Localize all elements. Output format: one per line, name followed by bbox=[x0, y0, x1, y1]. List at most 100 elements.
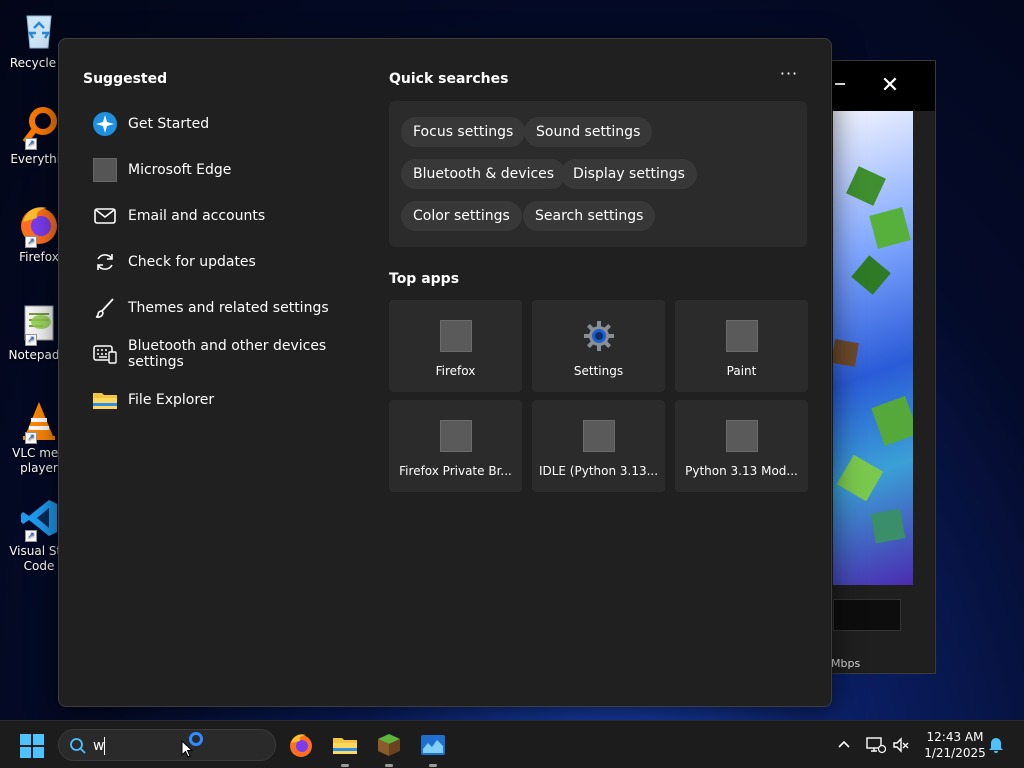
suggested-list: Get Started Microsoft Edge Email and acc… bbox=[83, 101, 373, 423]
window-input-bar bbox=[833, 599, 901, 631]
suggested-item-label: Email and accounts bbox=[128, 208, 266, 224]
refresh-icon bbox=[92, 249, 118, 275]
get-started-icon bbox=[92, 111, 118, 137]
network-icon bbox=[866, 737, 886, 754]
suggested-item-file-explorer[interactable]: File Explorer bbox=[83, 377, 373, 423]
top-app-tile-python-manuals[interactable]: Python 3.13 Mod... bbox=[675, 400, 808, 492]
suggested-item-bluetooth-devices[interactable]: Bluetooth and other devices settings bbox=[83, 331, 373, 377]
suggested-title: Suggested bbox=[83, 71, 168, 87]
firefox-icon: ↗ bbox=[17, 202, 61, 248]
search-icon bbox=[69, 737, 87, 759]
quick-search-chip[interactable]: Bluetooth & devices bbox=[401, 159, 567, 189]
performance-chart-icon bbox=[421, 735, 445, 755]
suggested-item-microsoft-edge[interactable]: Microsoft Edge bbox=[83, 147, 373, 193]
settings-gear-icon bbox=[583, 320, 615, 352]
suggested-item-label: File Explorer bbox=[128, 392, 215, 408]
search-input[interactable] bbox=[93, 736, 193, 756]
brush-icon bbox=[92, 295, 118, 321]
text-caret bbox=[104, 737, 105, 755]
keyboard-device-icon bbox=[92, 341, 118, 367]
running-indicator bbox=[385, 764, 393, 767]
suggested-item-themes[interactable]: Themes and related settings bbox=[83, 285, 373, 331]
quick-searches-box: Focus settings Sound settings Bluetooth … bbox=[389, 101, 807, 247]
taskbar-app-firefox[interactable] bbox=[285, 729, 317, 761]
mouse-pointer-icon bbox=[181, 739, 194, 762]
minecraft-artwork bbox=[833, 111, 913, 585]
shortcut-arrow-icon: ↗ bbox=[25, 138, 37, 150]
everything-search-icon: ↗ bbox=[17, 104, 61, 150]
top-app-label: Paint bbox=[726, 364, 757, 378]
top-app-tile-idle[interactable]: IDLE (Python 3.13... bbox=[532, 400, 665, 492]
top-app-label: Firefox bbox=[435, 364, 476, 378]
shortcut-arrow-icon: ↗ bbox=[25, 334, 37, 346]
quick-search-chip[interactable]: Color settings bbox=[401, 201, 522, 231]
top-app-tile-firefox-private[interactable]: Firefox Private Br... bbox=[389, 400, 522, 492]
running-indicator bbox=[429, 764, 437, 767]
shortcut-arrow-icon: ↗ bbox=[25, 432, 37, 444]
background-window[interactable]: ✕ Mbps bbox=[820, 60, 936, 674]
top-app-tile-firefox[interactable]: Firefox bbox=[389, 300, 522, 392]
bell-icon bbox=[989, 738, 1003, 753]
top-app-label: Firefox Private Br... bbox=[399, 464, 512, 478]
tray-overflow-button[interactable] bbox=[836, 721, 852, 768]
speaker-muted-icon bbox=[893, 737, 909, 753]
shortcut-arrow-icon: ↗ bbox=[25, 236, 37, 248]
top-app-label: Python 3.13 Mod... bbox=[685, 464, 798, 478]
clock-date: 1/21/2025 bbox=[924, 746, 986, 760]
quick-search-chip[interactable]: Focus settings bbox=[401, 117, 526, 147]
taskbar: 12:43 AM 1/21/2025 bbox=[0, 720, 1024, 768]
folder-icon bbox=[333, 738, 357, 754]
suggested-item-check-updates[interactable]: Check for updates bbox=[83, 239, 373, 285]
running-indicator bbox=[341, 764, 349, 767]
top-apps-title: Top apps bbox=[389, 271, 460, 287]
taskbar-app-minecraft[interactable] bbox=[373, 729, 405, 767]
envelope-icon bbox=[92, 203, 118, 229]
network-status-button[interactable] bbox=[866, 721, 886, 768]
suggested-item-label: Get Started bbox=[128, 116, 210, 132]
more-options-button[interactable]: ··· bbox=[777, 66, 801, 87]
minecraft-grass-block-icon bbox=[378, 734, 400, 756]
top-app-label: IDLE (Python 3.13... bbox=[538, 464, 659, 478]
top-app-tile-paint[interactable]: Paint bbox=[675, 300, 808, 392]
clock-time: 12:43 AM bbox=[926, 730, 984, 744]
suggested-item-label: Check for updates bbox=[128, 254, 256, 270]
taskbar-app-task-manager[interactable] bbox=[417, 729, 449, 767]
vlc-icon: ↗ bbox=[17, 398, 61, 444]
app-placeholder-icon bbox=[582, 420, 615, 452]
app-placeholder-icon bbox=[725, 420, 758, 452]
suggested-item-label: Themes and related settings bbox=[128, 300, 329, 316]
quick-search-chip[interactable]: Display settings bbox=[561, 159, 697, 189]
search-panel: Suggested Get Started Microsoft Edge Ema… bbox=[58, 38, 832, 707]
app-placeholder-icon bbox=[725, 320, 758, 352]
folder-icon bbox=[92, 387, 118, 413]
system-clock[interactable]: 12:43 AM 1/21/2025 bbox=[918, 729, 992, 761]
close-button[interactable]: ✕ bbox=[877, 73, 903, 99]
app-placeholder-icon bbox=[439, 420, 472, 452]
windows-logo-icon bbox=[20, 734, 31, 745]
quick-search-chip[interactable]: Search settings bbox=[523, 201, 656, 231]
edge-placeholder-icon bbox=[92, 157, 118, 183]
notifications-button[interactable] bbox=[988, 721, 1004, 768]
notepad-plus-plus-icon: ↗ bbox=[17, 300, 61, 346]
quick-search-chip[interactable]: Sound settings bbox=[524, 117, 653, 147]
suggested-item-label: Bluetooth and other devices settings bbox=[128, 338, 327, 370]
start-button[interactable] bbox=[20, 734, 44, 758]
quick-searches-title: Quick searches bbox=[389, 71, 509, 87]
window-titlebar[interactable]: ✕ bbox=[821, 61, 935, 111]
top-app-label: Settings bbox=[573, 364, 624, 378]
vscode-icon: ↗ bbox=[17, 496, 61, 542]
app-placeholder-icon bbox=[439, 320, 472, 352]
suggested-item-label: Microsoft Edge bbox=[128, 162, 232, 178]
minimize-button[interactable] bbox=[835, 83, 845, 85]
suggested-item-get-started[interactable]: Get Started bbox=[83, 101, 373, 147]
top-app-tile-settings[interactable]: Settings bbox=[532, 300, 665, 392]
recycle-bin-icon bbox=[17, 8, 61, 52]
shortcut-arrow-icon: ↗ bbox=[25, 530, 37, 542]
firefox-icon bbox=[290, 734, 312, 757]
chevron-up-icon bbox=[838, 740, 850, 748]
taskbar-app-file-explorer[interactable] bbox=[329, 729, 361, 767]
speed-label: Mbps bbox=[831, 657, 861, 670]
volume-button[interactable] bbox=[892, 721, 910, 768]
taskbar-search-box[interactable] bbox=[58, 729, 276, 761]
suggested-item-email-accounts[interactable]: Email and accounts bbox=[83, 193, 373, 239]
